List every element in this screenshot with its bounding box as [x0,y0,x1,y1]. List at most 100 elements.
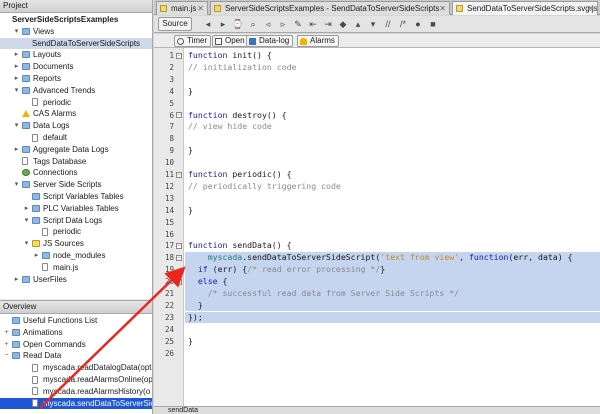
code-line[interactable] [188,193,600,205]
toggle-highlight-icon[interactable]: ✎ [292,18,304,30]
code-line[interactable] [188,324,600,336]
datalog-button[interactable]: Data-log [246,35,294,47]
tree-item[interactable]: periodic [0,226,152,238]
tree-item[interactable]: main.js [0,262,152,274]
tree-item[interactable]: myscada.readAlarmsHistory(o [0,386,152,398]
fold-toggle-icon[interactable]: − [176,52,182,59]
tree-item[interactable]: myscada.readAlarmsOnline(op [0,374,152,386]
code-line[interactable] [188,348,600,360]
tree-item[interactable]: ▾ JS Sources [0,238,152,250]
tree-item[interactable]: Connections [0,167,152,179]
tree-item[interactable]: ▸ Layouts [0,49,152,61]
fold-toggle-icon[interactable]: − [176,242,182,249]
code-line[interactable] [188,229,600,241]
uncomment-icon[interactable]: /* [397,18,409,30]
overview-tree[interactable]: Useful Functions List + Animations + Open Co… [0,314,152,414]
tab-svg-js[interactable]: SendDataToServerSideScripts.svg.js ✕ [452,1,598,15]
expand-toggle-icon[interactable]: ▾ [13,26,20,38]
tree-item[interactable]: ServerSideScriptsExamples [0,14,152,26]
code-line[interactable]: // periodically triggering code [188,181,600,193]
next-bookmark-icon[interactable]: ▾ [367,18,379,30]
code-line[interactable]: } [188,205,600,217]
code-line[interactable]: else { [185,276,600,288]
source-button[interactable]: Source [158,17,192,31]
expand-toggle-icon[interactable]: ▾ [13,85,20,97]
tree-item[interactable]: CAS Alarms [0,108,152,120]
code-line[interactable] [188,98,600,110]
expand-toggle-icon[interactable]: ▸ [13,49,20,61]
shift-left-icon[interactable]: ⇤ [307,18,319,30]
tree-item[interactable]: ▸ Reports [0,73,152,85]
shift-right-icon[interactable]: ⇥ [322,18,334,30]
tree-item[interactable]: ▾ Views [0,26,152,38]
expand-toggle-icon[interactable]: + [3,327,10,339]
close-icon[interactable]: ✕ [587,2,594,15]
tree-item[interactable]: + Open Commands [0,339,152,351]
code-line[interactable] [188,217,600,229]
code-line[interactable]: }); [185,311,600,324]
code-line[interactable]: // initialization code [188,62,600,74]
expand-toggle-icon[interactable]: ▸ [13,274,20,286]
find-next-icon[interactable]: ▹ [277,18,289,30]
tree-item[interactable]: ▾ Data Logs [0,120,152,132]
bookmark-icon[interactable]: ◆ [337,18,349,30]
tree-item[interactable]: default [0,132,152,144]
expand-toggle-icon[interactable]: ▸ [13,61,20,73]
code-line[interactable] [188,133,600,145]
tree-item[interactable]: ▸ UserFiles [0,274,152,286]
code-line[interactable] [188,157,600,169]
code-line[interactable]: function init() { [188,50,600,62]
expand-toggle-icon[interactable]: ▾ [13,120,20,132]
tree-item[interactable]: SendDataToServerSideScripts [0,37,152,50]
forward-icon[interactable]: ▸ [217,18,229,30]
record-macro-icon[interactable]: ● [412,18,424,30]
tree-item[interactable]: ▾ Script Data Logs [0,215,152,227]
code-line[interactable]: } [188,145,600,157]
expand-toggle-icon[interactable]: ▾ [23,238,30,250]
find-prev-icon[interactable]: ◃ [262,18,274,30]
stop-macro-icon[interactable]: ■ [427,18,439,30]
fold-toggle-icon[interactable]: − [176,171,182,178]
tree-item[interactable]: periodic [0,97,152,109]
tree-item[interactable]: − Read Data [0,350,152,362]
fold-toggle-icon[interactable]: − [176,112,182,118]
comment-icon[interactable]: // [382,18,394,30]
tree-item[interactable]: Useful Functions List [0,315,152,327]
prev-bookmark-icon[interactable]: ▴ [352,18,364,30]
open-button[interactable]: Open [212,35,249,47]
search-icon[interactable]: ⌕ [247,18,259,30]
tree-item[interactable]: ▾ Server Side Scripts [0,179,152,191]
code-line[interactable]: function sendData() { [188,240,600,252]
code-line[interactable]: function destroy() { [188,110,600,122]
code-line[interactable]: } [185,299,600,312]
code-line[interactable]: } [188,86,600,98]
code-line[interactable] [188,74,600,86]
tree-item[interactable]: + Animations [0,327,152,339]
tab-main-js[interactable]: main.js ✕ [156,1,208,15]
code-editor[interactable]: 1−2 3 4 5 6−7 8 9 10 11−12 13 14 15 16 17−18−19 20−21 2… [154,48,600,406]
fold-toggle-icon[interactable]: − [176,254,182,261]
code-line[interactable]: if (err) {/* read error processing */} [185,264,600,276]
code-line[interactable]: /* successful read data from Server Side… [185,288,600,300]
code-line[interactable]: function periodic() { [188,169,600,181]
tree-item[interactable]: ▸ node_modules [0,250,152,262]
close-icon[interactable]: ✕ [439,2,446,15]
code-line[interactable]: myscada.sendDataToServerSideScript('text… [185,252,600,264]
timer-button[interactable]: Timer [174,35,212,47]
fold-toggle-icon[interactable]: − [176,278,182,285]
code-line[interactable]: } [188,336,600,348]
alarms-button[interactable]: Alarms [297,35,339,47]
project-tree[interactable]: ServerSideScriptsExamples ▾ Views SendDataT… [0,13,152,299]
tree-item[interactable]: Tags Database [0,156,152,168]
tree-item[interactable]: myscada.sendDataToServerSic [0,397,152,410]
tree-item[interactable]: Script Variables Tables [0,191,152,203]
expand-toggle-icon[interactable]: − [3,350,10,362]
expand-toggle-icon[interactable]: ▸ [13,144,20,156]
tree-item[interactable]: myscada.readDatalogData(opt [0,362,152,374]
expand-toggle-icon[interactable]: ▾ [13,179,20,191]
tree-item[interactable]: ▸ PLC Variables Tables [0,203,152,215]
back-icon[interactable]: ◂ [202,18,214,30]
history-icon[interactable]: ⌚ [232,18,244,30]
expand-toggle-icon[interactable]: ▸ [23,203,30,215]
tab-view-designer[interactable]: ServerSideScriptsExamples - SendDataToSe… [210,1,450,15]
